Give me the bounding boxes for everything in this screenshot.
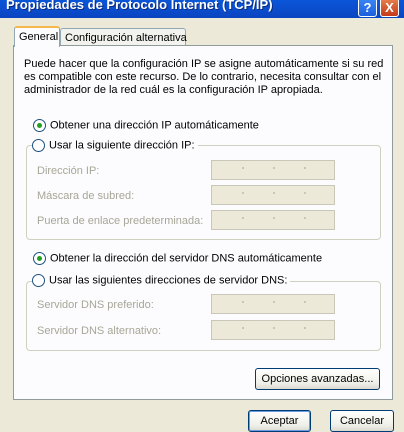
dns-auto-radio[interactable] bbox=[33, 252, 46, 265]
alternate-dns-label: Servidor DNS alternativo: bbox=[37, 325, 162, 337]
tab-general[interactable]: General bbox=[14, 26, 60, 47]
default-gateway-label: Puerta de enlace predeterminada: bbox=[37, 215, 204, 227]
window-title: Propiedades de Protocolo Internet (TCP/I… bbox=[6, 0, 273, 12]
cancel-button[interactable]: Cancelar bbox=[330, 410, 394, 432]
ip-auto-label: Obtener una dirección IP automáticamente bbox=[50, 119, 259, 132]
ip-manual-radio[interactable] bbox=[32, 139, 45, 152]
ip-auto-option[interactable]: Obtener una dirección IP automáticamente bbox=[33, 119, 259, 132]
ok-button[interactable]: Aceptar bbox=[248, 410, 311, 432]
preferred-dns-field bbox=[211, 294, 335, 314]
description-text: Puede hacer que la configuración IP se a… bbox=[24, 58, 384, 96]
subnet-mask-label: Máscara de subred: bbox=[37, 190, 135, 202]
subnet-mask-field bbox=[211, 185, 335, 205]
default-gateway-field bbox=[211, 210, 335, 230]
close-icon: X bbox=[385, 0, 394, 15]
dns-auto-option[interactable]: Obtener la dirección del servidor DNS au… bbox=[33, 252, 322, 265]
ip-address-field bbox=[211, 160, 335, 180]
dns-manual-option[interactable]: Usar las siguientes direcciones de servi… bbox=[32, 274, 291, 287]
dns-manual-radio[interactable] bbox=[32, 274, 45, 287]
help-button[interactable]: ? bbox=[358, 0, 377, 17]
ip-manual-label: Usar la siguiente dirección IP: bbox=[49, 139, 195, 152]
title-bar[interactable]: Propiedades de Protocolo Internet (TCP/I… bbox=[0, 0, 404, 18]
close-button[interactable]: X bbox=[380, 0, 399, 17]
advanced-options-button[interactable]: Opciones avanzadas... bbox=[255, 368, 380, 390]
preferred-dns-label: Servidor DNS preferido: bbox=[37, 299, 154, 311]
question-mark-icon: ? bbox=[363, 0, 372, 15]
dns-manual-group bbox=[26, 281, 381, 351]
ip-manual-option[interactable]: Usar la siguiente dirección IP: bbox=[32, 139, 198, 152]
ip-auto-radio[interactable] bbox=[33, 119, 46, 132]
dns-manual-label: Usar las siguientes direcciones de servi… bbox=[49, 274, 288, 287]
dns-auto-label: Obtener la dirección del servidor DNS au… bbox=[50, 252, 323, 265]
alternate-dns-field bbox=[211, 320, 335, 340]
ip-address-label: Dirección IP: bbox=[37, 165, 100, 177]
